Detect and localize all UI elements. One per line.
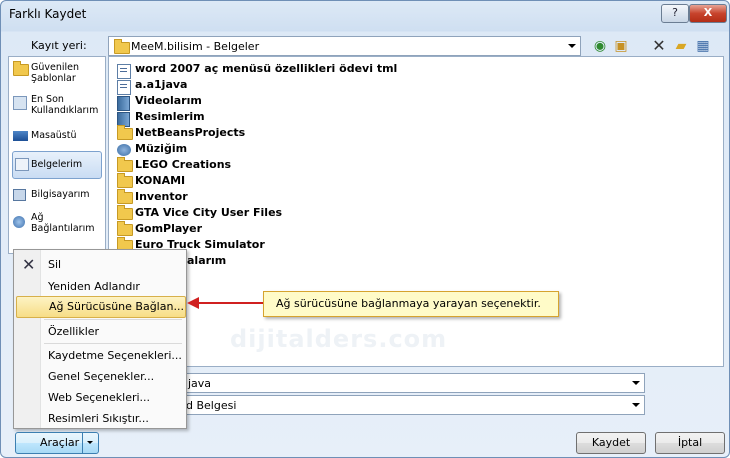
folder-icon [117, 125, 133, 143]
filetype-select[interactable]: d Belgesi [173, 395, 645, 415]
menu-item-save-options[interactable]: Kaydetme Seçenekleri... [16, 345, 184, 365]
file-name: GomPlayer [135, 222, 203, 235]
title-bar: Farklı Kaydet ? X [1, 1, 729, 29]
filetype-value: d Belgesi [186, 399, 237, 412]
documents-icon [15, 158, 29, 171]
file-name: GTA Vice City User Files [135, 206, 283, 219]
recent-icon [13, 96, 27, 110]
network-icon [13, 216, 25, 228]
chevron-down-icon [568, 44, 576, 48]
sidebar-item-label: En Son [31, 94, 64, 105]
sidebar-item-templates[interactable]: Güvenilen Şablonlar [13, 61, 101, 90]
file-name: word 2007 aç menüsü özellikleri ödevi tm… [135, 62, 398, 75]
menu-item-label: Kaydetme Seçenekleri... [48, 349, 182, 362]
save-as-dialog: Farklı Kaydet ? X Kayıt yeri: MeeM.bilis… [0, 0, 730, 458]
chevron-down-icon[interactable] [82, 433, 98, 453]
filename-value: java [188, 377, 212, 390]
places-bar: Güvenilen Şablonlar En Son Kullandıklarım … [8, 56, 106, 254]
menu-item-map-network-drive[interactable]: Ağ Sürücüsüne Bağlan... [16, 296, 186, 318]
computer-icon [13, 189, 26, 201]
window-title: Farklı Kaydet [9, 7, 87, 21]
file-name: NetBeansProjects [135, 126, 246, 139]
location-combo[interactable]: MeeM.bilisim - Belgeler [108, 36, 581, 56]
file-list: word 2007 aç menüsü özellikleri ödevi tm… [108, 56, 724, 367]
file-name: Resimlerim [135, 110, 205, 123]
file-name: Inventor [135, 190, 188, 203]
menu-item-label: Ağ Sürücüsüne Bağlan... [49, 300, 184, 313]
file-name: Müziğim [135, 142, 188, 155]
views-icon[interactable]: ▦ [695, 38, 711, 54]
menu-item-delete[interactable]: ✕ Sil [16, 254, 184, 274]
save-button[interactable]: Kaydet [576, 432, 646, 454]
back-icon[interactable]: ◉ [592, 38, 608, 54]
menu-item-general-options[interactable]: Genel Seçenekler... [16, 366, 184, 386]
close-button[interactable]: X [689, 4, 727, 23]
sidebar-item-label: Ağ [31, 212, 44, 223]
chevron-down-icon [632, 403, 640, 407]
file-name: KONAMI [135, 174, 186, 187]
location-value: MeeM.bilisim - Belgeler [131, 40, 260, 53]
annotation-callout: Ağ sürücüsüne bağlanmaya yarayan seçenek… [263, 291, 559, 317]
menu-separator [44, 343, 182, 344]
filename-input[interactable]: java [173, 373, 645, 393]
file-name: LEGO Creations [135, 158, 232, 171]
menu-item-compress-pictures[interactable]: Resimleri Sıkıştır... [16, 408, 184, 428]
up-folder-icon[interactable]: ▣ [613, 38, 629, 54]
new-folder-icon[interactable]: ▰ [673, 38, 689, 54]
menu-item-label: Yeniden Adlandır [48, 280, 140, 293]
sidebar-item-label: Güvenilen [31, 62, 80, 73]
menu-item-label: Web Seçenekleri... [48, 391, 151, 404]
menu-item-properties[interactable]: Özellikler [16, 321, 184, 341]
watermark: dijitalders.com [230, 325, 448, 353]
file-name: a.a1java [135, 78, 188, 91]
file-name: alarım [187, 254, 227, 267]
menu-item-rename[interactable]: Yeniden Adlandır [16, 276, 184, 296]
menu-item-label: Sil [48, 258, 62, 271]
sidebar-item-label-2: Kullandıklarım [31, 105, 99, 116]
menu-separator [44, 319, 182, 320]
sidebar-item-recent[interactable]: En Son Kullandıklarım [13, 94, 101, 122]
sidebar-item-label: Masaüstü [31, 130, 77, 141]
file-name: Videolarım [135, 94, 202, 107]
menu-item-label: Resimleri Sıkıştır... [48, 412, 149, 425]
chevron-down-icon [632, 381, 640, 385]
menu-item-label: Özellikler [48, 325, 100, 338]
templates-folder-icon [13, 61, 29, 78]
tools-context-menu: ✕ Sil Yeniden Adlandır Ağ Sürücüsüne Bağl… [13, 249, 187, 429]
menu-item-label: Genel Seçenekler... [48, 370, 155, 383]
folder-icon [114, 39, 130, 57]
sidebar-item-label-2: Bağlantılarım [31, 223, 95, 234]
menu-item-web-options[interactable]: Web Seçenekleri... [16, 387, 184, 407]
location-label: Kayıt yeri: [31, 39, 87, 52]
desktop-icon [13, 131, 28, 141]
cancel-button[interactable]: İptal [655, 432, 725, 454]
sidebar-item-label: Belgelerim [31, 159, 83, 170]
sidebar-item-label-2: Şablonlar [31, 73, 76, 84]
sidebar-item-label: Bilgisayarım [31, 189, 90, 200]
delete-icon: ✕ [22, 255, 36, 274]
callout-arrow-icon [187, 297, 263, 309]
sidebar-item-documents[interactable]: Belgelerim [12, 151, 102, 179]
callout-text: Ağ sürücüsüne bağlanmaya yarayan seçenek… [276, 297, 541, 310]
delete-icon[interactable]: ✕ [651, 38, 667, 54]
tools-button-label: Araçlar [40, 436, 80, 449]
sidebar-item-computer[interactable]: Bilgisayarım [13, 187, 101, 205]
tools-button[interactable]: Araçlar [15, 432, 99, 454]
help-button[interactable]: ? [661, 4, 689, 23]
sidebar-item-network[interactable]: Ağ Bağlantılarım [13, 212, 101, 240]
sidebar-item-desktop[interactable]: Masaüstü [13, 128, 101, 146]
